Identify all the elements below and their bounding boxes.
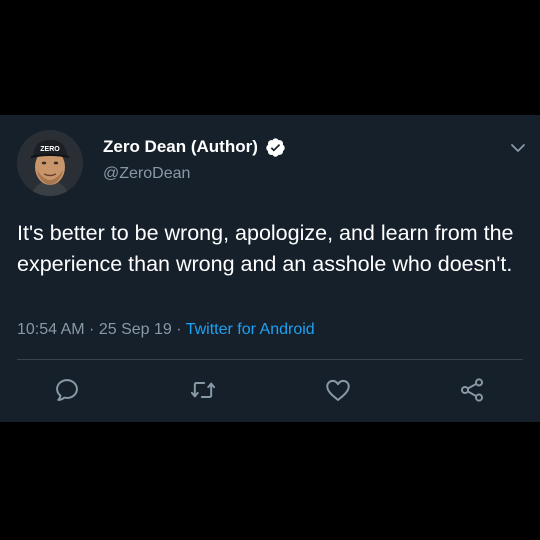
chevron-down-icon[interactable] — [510, 140, 526, 156]
reply-icon[interactable] — [53, 376, 81, 404]
share-icon[interactable] — [458, 376, 486, 404]
heart-icon[interactable] — [324, 376, 352, 404]
author-row: Zero Dean (Author) — [103, 136, 286, 158]
display-name[interactable]: Zero Dean (Author) — [103, 137, 258, 157]
avatar-cap-text: ZERO — [40, 146, 60, 153]
meta-separator: · — [84, 321, 99, 338]
verified-badge-icon — [265, 137, 286, 158]
tweet-source-link[interactable]: Twitter for Android — [186, 321, 315, 338]
tweet-time[interactable]: 10:54 AM — [17, 321, 85, 338]
tweet-card: ZERO Zero Dean (Author) @ZeroDean It's b… — [0, 115, 540, 422]
author-handle[interactable]: @ZeroDean — [103, 165, 190, 183]
meta-separator: · — [171, 321, 186, 338]
tweet-text: It's better to be wrong, apologize, and … — [17, 221, 514, 276]
tweet-date[interactable]: 25 Sep 19 — [99, 321, 172, 338]
avatar[interactable]: ZERO — [17, 130, 83, 196]
retweet-icon[interactable] — [189, 376, 217, 404]
tweet-meta: 10:54 AM · 25 Sep 19 · Twitter for Andro… — [17, 321, 315, 339]
divider — [17, 359, 523, 360]
